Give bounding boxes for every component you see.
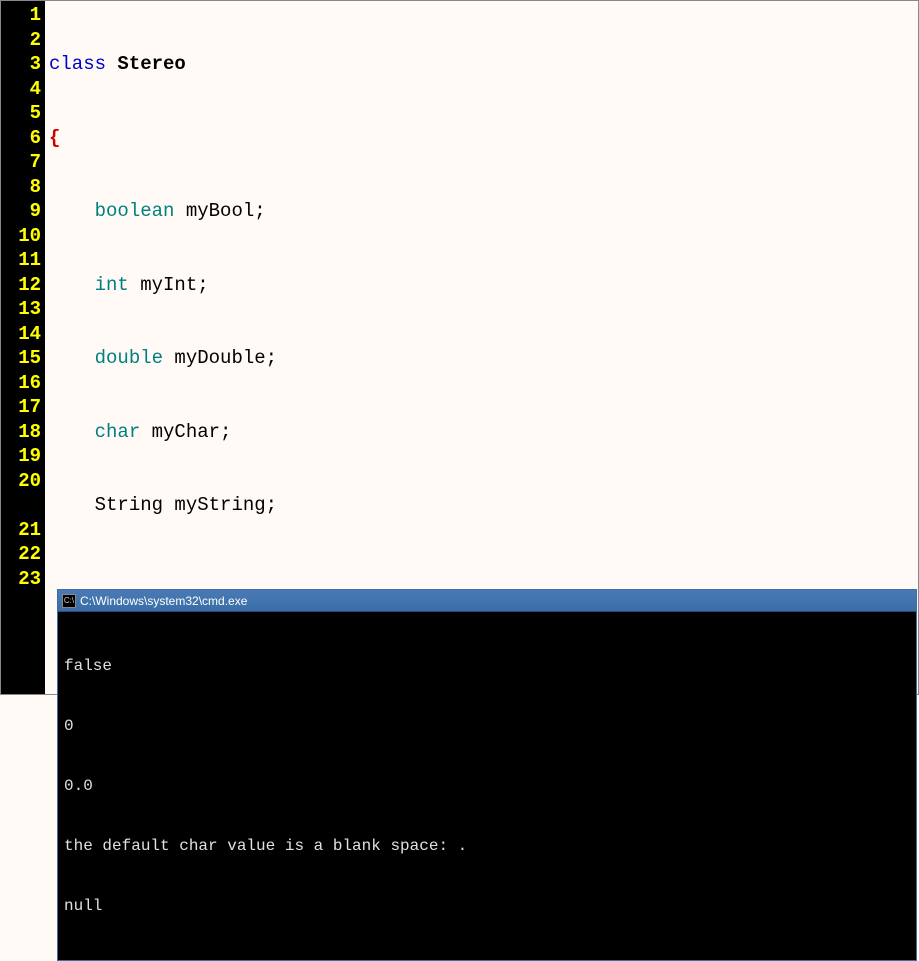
line-number: 11 — [3, 248, 41, 273]
terminal-line: false — [64, 656, 910, 676]
line-number: 19 — [3, 444, 41, 469]
code-line[interactable]: { — [49, 126, 918, 151]
code-line[interactable]: int myInt; — [49, 273, 918, 298]
line-number-gutter: 1 2 3 4 5 6 7 8 9 10 11 12 13 14 15 16 1… — [1, 1, 45, 694]
line-number: 23 — [3, 567, 41, 592]
terminal-title: C:\Windows\system32\cmd.exe — [80, 594, 247, 608]
line-number: 12 — [3, 273, 41, 298]
code-line[interactable]: char myChar; — [49, 420, 918, 445]
line-number: 6 — [3, 126, 41, 151]
code-line[interactable]: double myDouble; — [49, 346, 918, 371]
code-line[interactable]: String myString; — [49, 493, 918, 518]
line-number: 3 — [3, 52, 41, 77]
terminal-output[interactable]: false 0 0.0 the default char value is a … — [58, 612, 916, 960]
line-number: 17 — [3, 395, 41, 420]
line-number: 22 — [3, 542, 41, 567]
line-number: 20 — [3, 469, 41, 494]
line-number: 9 — [3, 199, 41, 224]
terminal-line: null — [64, 896, 910, 916]
line-number: 1 — [3, 3, 41, 28]
line-number: 5 — [3, 101, 41, 126]
line-number: 15 — [3, 346, 41, 371]
line-number: 2 — [3, 28, 41, 53]
line-number: 10 — [3, 224, 41, 249]
line-number: 16 — [3, 371, 41, 396]
line-number: 14 — [3, 322, 41, 347]
code-line[interactable]: class Stereo — [49, 52, 918, 77]
line-number: 18 — [3, 420, 41, 445]
code-line[interactable]: boolean myBool; — [49, 199, 918, 224]
terminal-line: 0.0 — [64, 776, 910, 796]
line-number: 4 — [3, 77, 41, 102]
line-number: 13 — [3, 297, 41, 322]
terminal-line: 0 — [64, 716, 910, 736]
cmd-icon: C:\ — [62, 594, 76, 608]
terminal-titlebar[interactable]: C:\ C:\Windows\system32\cmd.exe — [58, 590, 916, 612]
line-number: 21 — [3, 518, 41, 543]
line-number: 8 — [3, 175, 41, 200]
line-number — [3, 493, 41, 518]
line-number: 7 — [3, 150, 41, 175]
code-editor: 1 2 3 4 5 6 7 8 9 10 11 12 13 14 15 16 1… — [1, 1, 918, 694]
terminal-window[interactable]: C:\ C:\Windows\system32\cmd.exe false 0 … — [57, 589, 917, 961]
terminal-line: the default char value is a blank space:… — [64, 836, 910, 856]
code-line[interactable] — [49, 567, 918, 592]
